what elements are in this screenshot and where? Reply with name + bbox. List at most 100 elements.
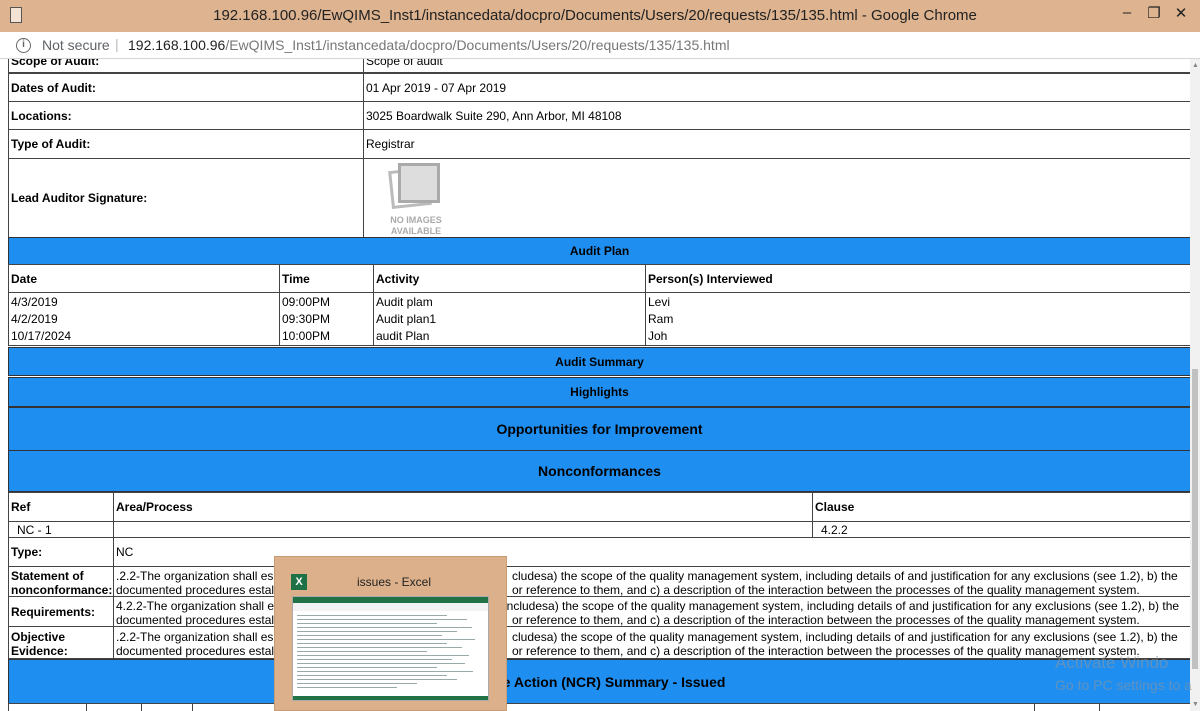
signature-row: Lead Auditor Signature: NO IMAGES AVAILA… [8, 158, 1190, 238]
col-persons-header: Person(s) Interviewed [645, 264, 1190, 293]
scroll-up-arrow-icon[interactable]: ▲ [1192, 62, 1199, 69]
evidence-line2: documented procedures estal [116, 644, 275, 658]
ref-header: Ref [8, 492, 114, 522]
excel-icon: X [291, 574, 307, 590]
evidence-label: Objective Evidence: [8, 626, 114, 659]
photo-icon [398, 163, 440, 203]
requirements-line1: 4.2.2-The organization shall e [116, 599, 275, 613]
scope-row: Scope of Audit: Scope of audit [8, 59, 1190, 73]
table-cell [8, 703, 87, 711]
watermark-line2: Go to PC settings to a [1055, 677, 1192, 693]
audit-summary-heading: Audit Summary [8, 347, 1190, 376]
table-cell: Levi [648, 295, 671, 309]
requirements-line2: documented procedures estal [116, 613, 275, 627]
statement-line1: .2.2-The organization shall es [116, 569, 274, 583]
audit-plan-heading: Audit Plan [8, 237, 1190, 265]
address-bar[interactable]: i Not secure | 192.168.100.96/EwQIMS_Ins… [0, 32, 1200, 59]
ref-value: NC - 1 [8, 521, 114, 538]
scope-label: Scope of Audit: [8, 59, 364, 73]
area-value [113, 521, 813, 538]
evidence-line2b: or reference to them, and c) a descripti… [512, 644, 1140, 658]
table-cell: 09:00PM [282, 295, 331, 309]
nc-requirements-row: Requirements: 4.2.2-The organization sha… [8, 596, 1190, 627]
scroll-down-arrow-icon[interactable]: ▼ [1192, 701, 1199, 708]
window-title: 192.168.100.96/EwQIMS_Inst1/instancedata… [213, 7, 977, 24]
table-cell: Ram [648, 312, 674, 326]
table-cell: Audit plan1 [376, 312, 437, 326]
vertical-scrollbar[interactable]: ▲ ▼ [1190, 59, 1200, 711]
table-cell: Audit plam [376, 295, 433, 309]
nc-header-row: Ref Area/Process Clause [8, 492, 1190, 522]
info-icon[interactable]: i [16, 38, 31, 53]
col-time-header: Time [279, 264, 374, 293]
statement-label-line2: nonconformance: [11, 583, 113, 597]
ncr-summary-heading: ive Action (NCR) Summary - Issued [8, 659, 1190, 704]
audit-plan-header-row: Date Time Activity Person(s) Interviewed [8, 264, 1190, 293]
table-cell [141, 703, 193, 711]
clause-header: Clause [812, 492, 1190, 522]
type-row: Type of Audit: Registrar [8, 129, 1190, 159]
statement-label-line1: Statement of [11, 569, 84, 583]
locations-row: Locations: 3025 Boardwalk Suite 290, Ann… [8, 101, 1190, 130]
table-cell: 09:30PM [282, 312, 331, 326]
requirements-label: Requirements: [8, 596, 114, 627]
requirements-line2b: or reference to them, and c) a descripti… [512, 613, 1140, 627]
table-cell [1099, 703, 1190, 711]
table-cell [86, 703, 142, 711]
close-button[interactable]: ✕ [1167, 4, 1195, 26]
col-activity-header: Activity [373, 264, 646, 293]
table-cell [1034, 703, 1100, 711]
evidence-line1: .2.2-The organization shall es [116, 630, 274, 644]
security-status[interactable]: Not secure [42, 37, 110, 53]
scrollbar-thumb[interactable] [1192, 369, 1198, 669]
dates-label: Dates of Audit: [8, 73, 364, 102]
excel-toolbar [293, 603, 488, 611]
requirements-line1b: includesa) the scope of the quality mana… [504, 599, 1180, 613]
url-path: /EwQIMS_Inst1/instancedata/docpro/Docume… [225, 37, 730, 53]
ncr-summary-text: ive Action (NCR) Summary - Issued [491, 674, 726, 690]
no-image-placeholder: NO IMAGES AVAILABLE [386, 161, 446, 237]
plan-persons-col: Levi Ram Joh [645, 292, 1190, 346]
url-host: 192.168.100.96 [128, 37, 226, 53]
audit-plan-body: 4/3/2019 4/2/2019 10/17/2024 09:00PM 09:… [8, 292, 1190, 346]
minimize-button[interactable]: – [1113, 4, 1141, 26]
table-cell: Joh [648, 329, 668, 343]
evidence-line1b: cludesa) the scope of the quality manage… [512, 630, 1178, 644]
statement-line2: documented procedures estal [116, 583, 275, 597]
statement-line2b: or reference to them, and c) a descripti… [512, 583, 1140, 597]
preview-title: issues - Excel [357, 575, 432, 589]
type-value: Registrar [363, 129, 1190, 159]
table-cell: 4/3/2019 [11, 295, 58, 309]
nc-type-label: Type: [8, 537, 114, 567]
ncr-table-header-row [8, 703, 1190, 711]
nc-statement-row: Statement of nonconformance: .2.2-The or… [8, 566, 1190, 597]
activate-windows-watermark: Activate Windo Go to PC settings to a [1055, 653, 1192, 693]
nc-type-row: Type: NC [8, 537, 1190, 567]
signature-cell: NO IMAGES AVAILABLE [363, 158, 1190, 238]
table-cell: 10:00PM [282, 329, 331, 343]
highlights-heading: Highlights [8, 377, 1190, 407]
page-content: Scope of Audit: Scope of audit Dates of … [0, 59, 1190, 711]
dates-value: 01 Apr 2019 - 07 Apr 2019 [363, 73, 1190, 102]
evidence-label-line1: Objective [11, 630, 66, 644]
excel-thumbnail[interactable] [292, 596, 489, 701]
nc-ref-row: NC - 1 4.2.2 [8, 521, 1190, 538]
excel-window-preview[interactable]: X issues - Excel [274, 556, 507, 711]
excel-statusbar [293, 696, 488, 700]
clause-value: 4.2.2 [812, 521, 1190, 538]
evidence-label-line2: Evidence: [11, 644, 68, 658]
plan-date-col: 4/3/2019 4/2/2019 10/17/2024 [8, 292, 280, 346]
table-cell: 4/2/2019 [11, 312, 58, 326]
table-cell: 10/17/2024 [11, 329, 72, 343]
table-cell: audit Plan [376, 329, 430, 343]
no-image-line1: NO IMAGES [390, 215, 442, 225]
locations-label: Locations: [8, 101, 364, 130]
url-text[interactable]: 192.168.100.96/EwQIMS_Inst1/instancedata… [128, 37, 730, 53]
col-date-header: Date [8, 264, 280, 293]
restore-button[interactable]: ❐ [1140, 4, 1168, 26]
window-titlebar: 192.168.100.96/EwQIMS_Inst1/instancedata… [0, 0, 1200, 32]
nonconformances-heading: Nonconformances [8, 450, 1190, 492]
signature-label: Lead Auditor Signature: [8, 158, 364, 238]
plan-activity-col: Audit plam Audit plan1 audit Plan [373, 292, 646, 346]
opportunities-heading: Opportunities for Improvement [8, 407, 1190, 451]
